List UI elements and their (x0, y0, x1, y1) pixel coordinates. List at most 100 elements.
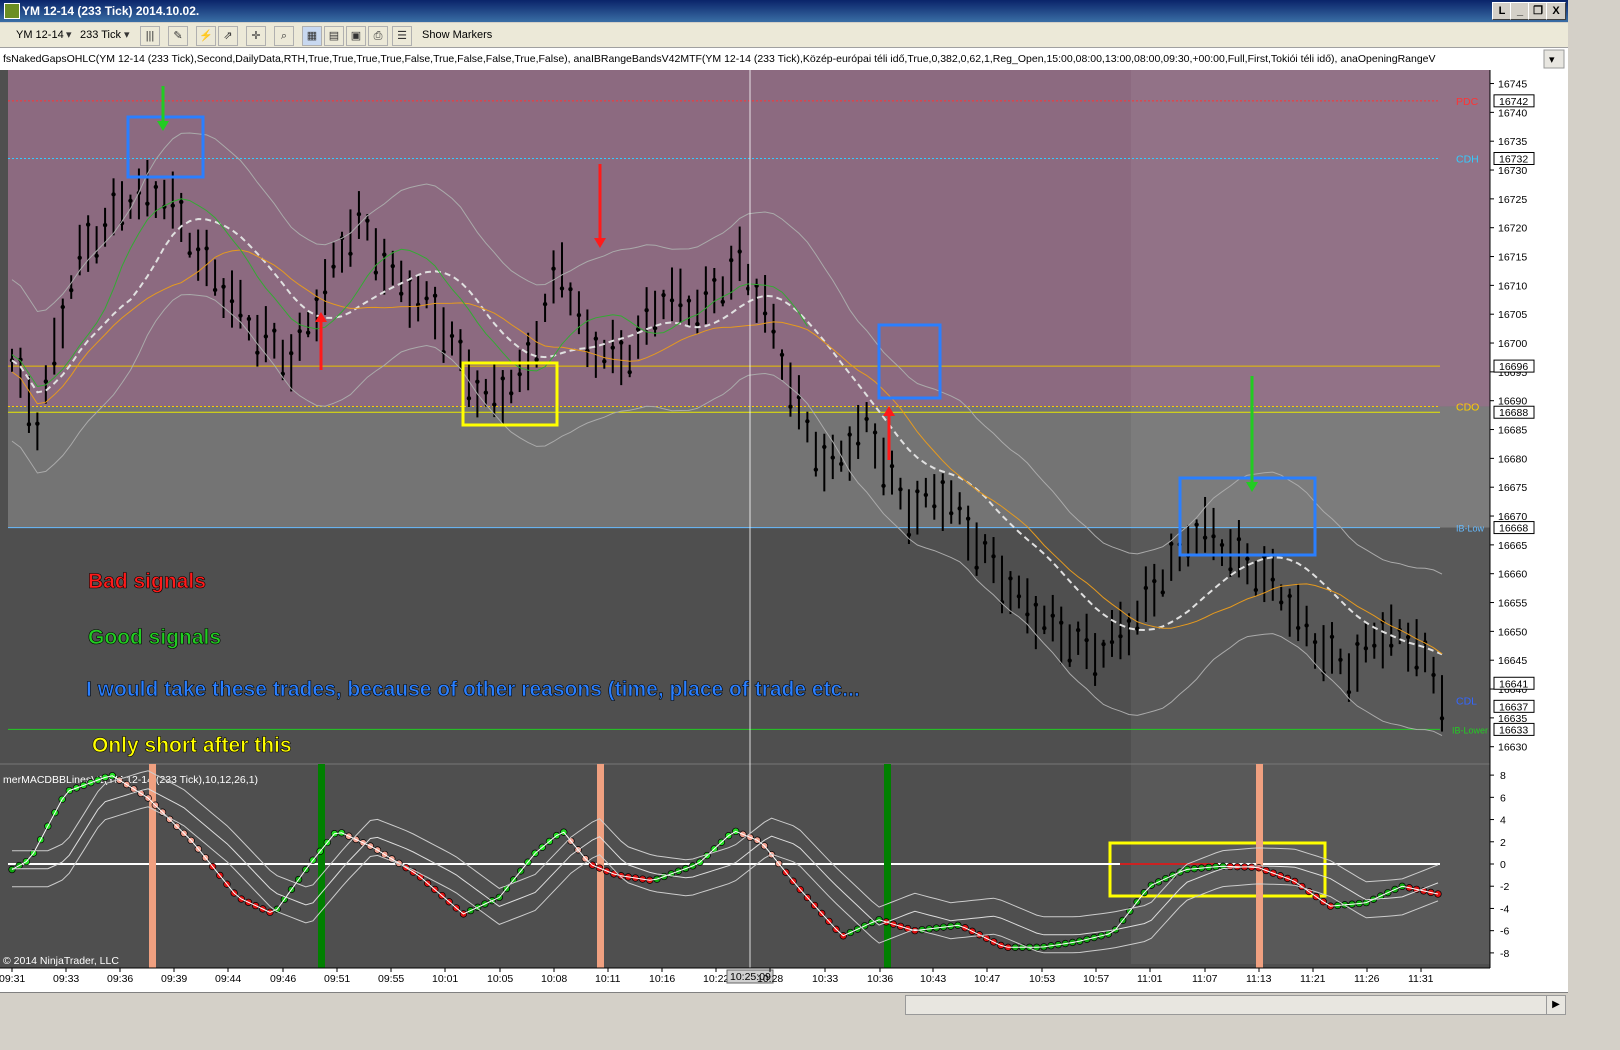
macd-tick-label: -2 (1500, 881, 1509, 893)
link-button[interactable]: L (1492, 2, 1512, 20)
price-bar-close (255, 350, 260, 355)
price-bar-close (1042, 626, 1047, 631)
price-bar-close (85, 222, 91, 227)
close-button[interactable]: X (1546, 2, 1566, 20)
price-tick-label: 16655 (1498, 598, 1527, 610)
price-bar-close (1092, 671, 1098, 677)
period-selector[interactable]: 233 Tick (80, 27, 121, 43)
session-shade (1131, 70, 1490, 964)
chart-area[interactable]: fsNakedGapsOHLC(YM 12-14 (233 Tick),Seco… (0, 48, 1568, 992)
time-tick-label: 09:36 (107, 973, 133, 985)
price-tick-label: 16680 (1498, 453, 1527, 465)
price-tick-label: 16720 (1498, 223, 1527, 235)
price-bar-close (644, 308, 649, 313)
period-dropdown-icon[interactable]: ▾ (124, 27, 130, 43)
price-bar-close (1295, 625, 1301, 631)
price-bar-close (289, 350, 294, 356)
price-bar-close (111, 192, 116, 197)
price-bar-close (348, 251, 353, 256)
price-bar-close (1126, 618, 1132, 624)
price-bar-close (77, 255, 82, 260)
price-bar-close (729, 258, 734, 263)
price-bar-close (1016, 594, 1022, 599)
price-bar-close (365, 218, 370, 223)
price-bar-close (1346, 689, 1352, 695)
chart-trader-icon[interactable]: ▣ (346, 26, 366, 46)
data-box-icon[interactable]: ▦ (302, 26, 322, 46)
level-label-ib-lower: IB-Lower (1452, 725, 1488, 735)
show-markers-button[interactable]: Show Markers (422, 27, 492, 43)
drawing-tool-icon[interactable]: ✎ (168, 26, 188, 46)
macd-tick-label: 6 (1500, 792, 1506, 804)
price-bar-close (69, 288, 74, 293)
price-bar-close (322, 290, 328, 295)
price-bar-close (686, 298, 692, 303)
price-bar-close (915, 489, 920, 494)
time-tick-label: 11:13 (1246, 973, 1272, 985)
price-bar-close (830, 455, 835, 460)
price-bar-close (1431, 672, 1436, 678)
price-tick-label: 16730 (1498, 165, 1527, 177)
price-bar-close (619, 340, 624, 345)
price-bar-close (542, 301, 548, 307)
instrument-selector[interactable]: YM 12-14 (16, 27, 64, 43)
price-bar-close (949, 511, 954, 516)
indicator-icon[interactable]: ⚡ (196, 26, 216, 46)
crosshair-icon[interactable]: ✛ (246, 26, 266, 46)
price-bar-close (492, 402, 497, 407)
chart-properties-icon[interactable]: ▤ (324, 26, 344, 46)
price-bar-close (187, 251, 192, 256)
macd-tick-label: 0 (1500, 859, 1506, 871)
time-tick-label: 09:31 (0, 973, 25, 985)
price-tick-label: 16660 (1498, 569, 1527, 581)
horizontal-scrollbar[interactable]: ▶ (0, 992, 1568, 1017)
bad-signals-label: Bad signals (88, 570, 206, 593)
time-tick-label: 09:39 (161, 973, 187, 985)
price-label: 16688 (1499, 407, 1528, 419)
macd-tick-label: 4 (1500, 815, 1506, 827)
scrollbar-thumb[interactable] (905, 995, 1547, 1015)
price-tick-label: 16630 (1498, 742, 1527, 754)
scroll-right-icon[interactable]: ▶ (1546, 995, 1566, 1015)
price-bar-close (1152, 578, 1157, 584)
zoom-icon[interactable]: ⌕ (274, 26, 294, 46)
yellow-signals-label: Only short after this (92, 734, 292, 757)
price-bar-close (382, 252, 387, 257)
strategy-icon[interactable]: ⇗ (218, 26, 238, 46)
price-bar-close (263, 334, 269, 339)
price-bar-close (305, 330, 311, 335)
price-bar-close (932, 504, 937, 509)
price-chart-svg: fsNakedGapsOHLC(YM 12-14 (233 Tick),Seco… (0, 48, 1568, 992)
properties-icon[interactable]: ☰ (392, 26, 412, 46)
price-bar-close (695, 321, 700, 327)
price-bar-close (475, 379, 480, 384)
time-tick-label: 11:01 (1137, 973, 1163, 985)
time-tick-label: 09:55 (378, 973, 404, 985)
print-icon[interactable]: ⎙ (368, 26, 388, 46)
price-bar-close (94, 253, 99, 259)
time-tick-label: 10:22 (703, 973, 729, 985)
level-label-pdc: PDC (1456, 96, 1479, 108)
price-bar-close (1059, 620, 1064, 625)
time-tick-label: 10:01 (432, 973, 458, 985)
price-bar-close (839, 461, 844, 467)
price-bar-close (52, 361, 57, 366)
time-tick-label: 10:33 (812, 973, 838, 985)
price-bar-close (551, 266, 556, 271)
maximize-button[interactable]: ❐ (1528, 2, 1548, 20)
price-bar-close (60, 304, 65, 310)
price-bar-close (889, 463, 895, 469)
price-bar-close (195, 247, 201, 252)
price-bar-close (356, 211, 362, 217)
bar-style-icon[interactable]: ||| (140, 26, 160, 46)
price-label: 16696 (1499, 361, 1528, 373)
price-bar-close (940, 479, 945, 485)
good-signals-label: Good signals (88, 626, 221, 649)
price-bar-close (1033, 602, 1039, 607)
price-bar-close (483, 390, 489, 395)
price-bar-close (1329, 634, 1335, 639)
minimize-button[interactable]: _ (1510, 2, 1530, 20)
instrument-dropdown-icon[interactable]: ▾ (66, 27, 72, 43)
time-tick-label: 09:51 (324, 973, 350, 985)
price-bar-close (1202, 535, 1208, 540)
